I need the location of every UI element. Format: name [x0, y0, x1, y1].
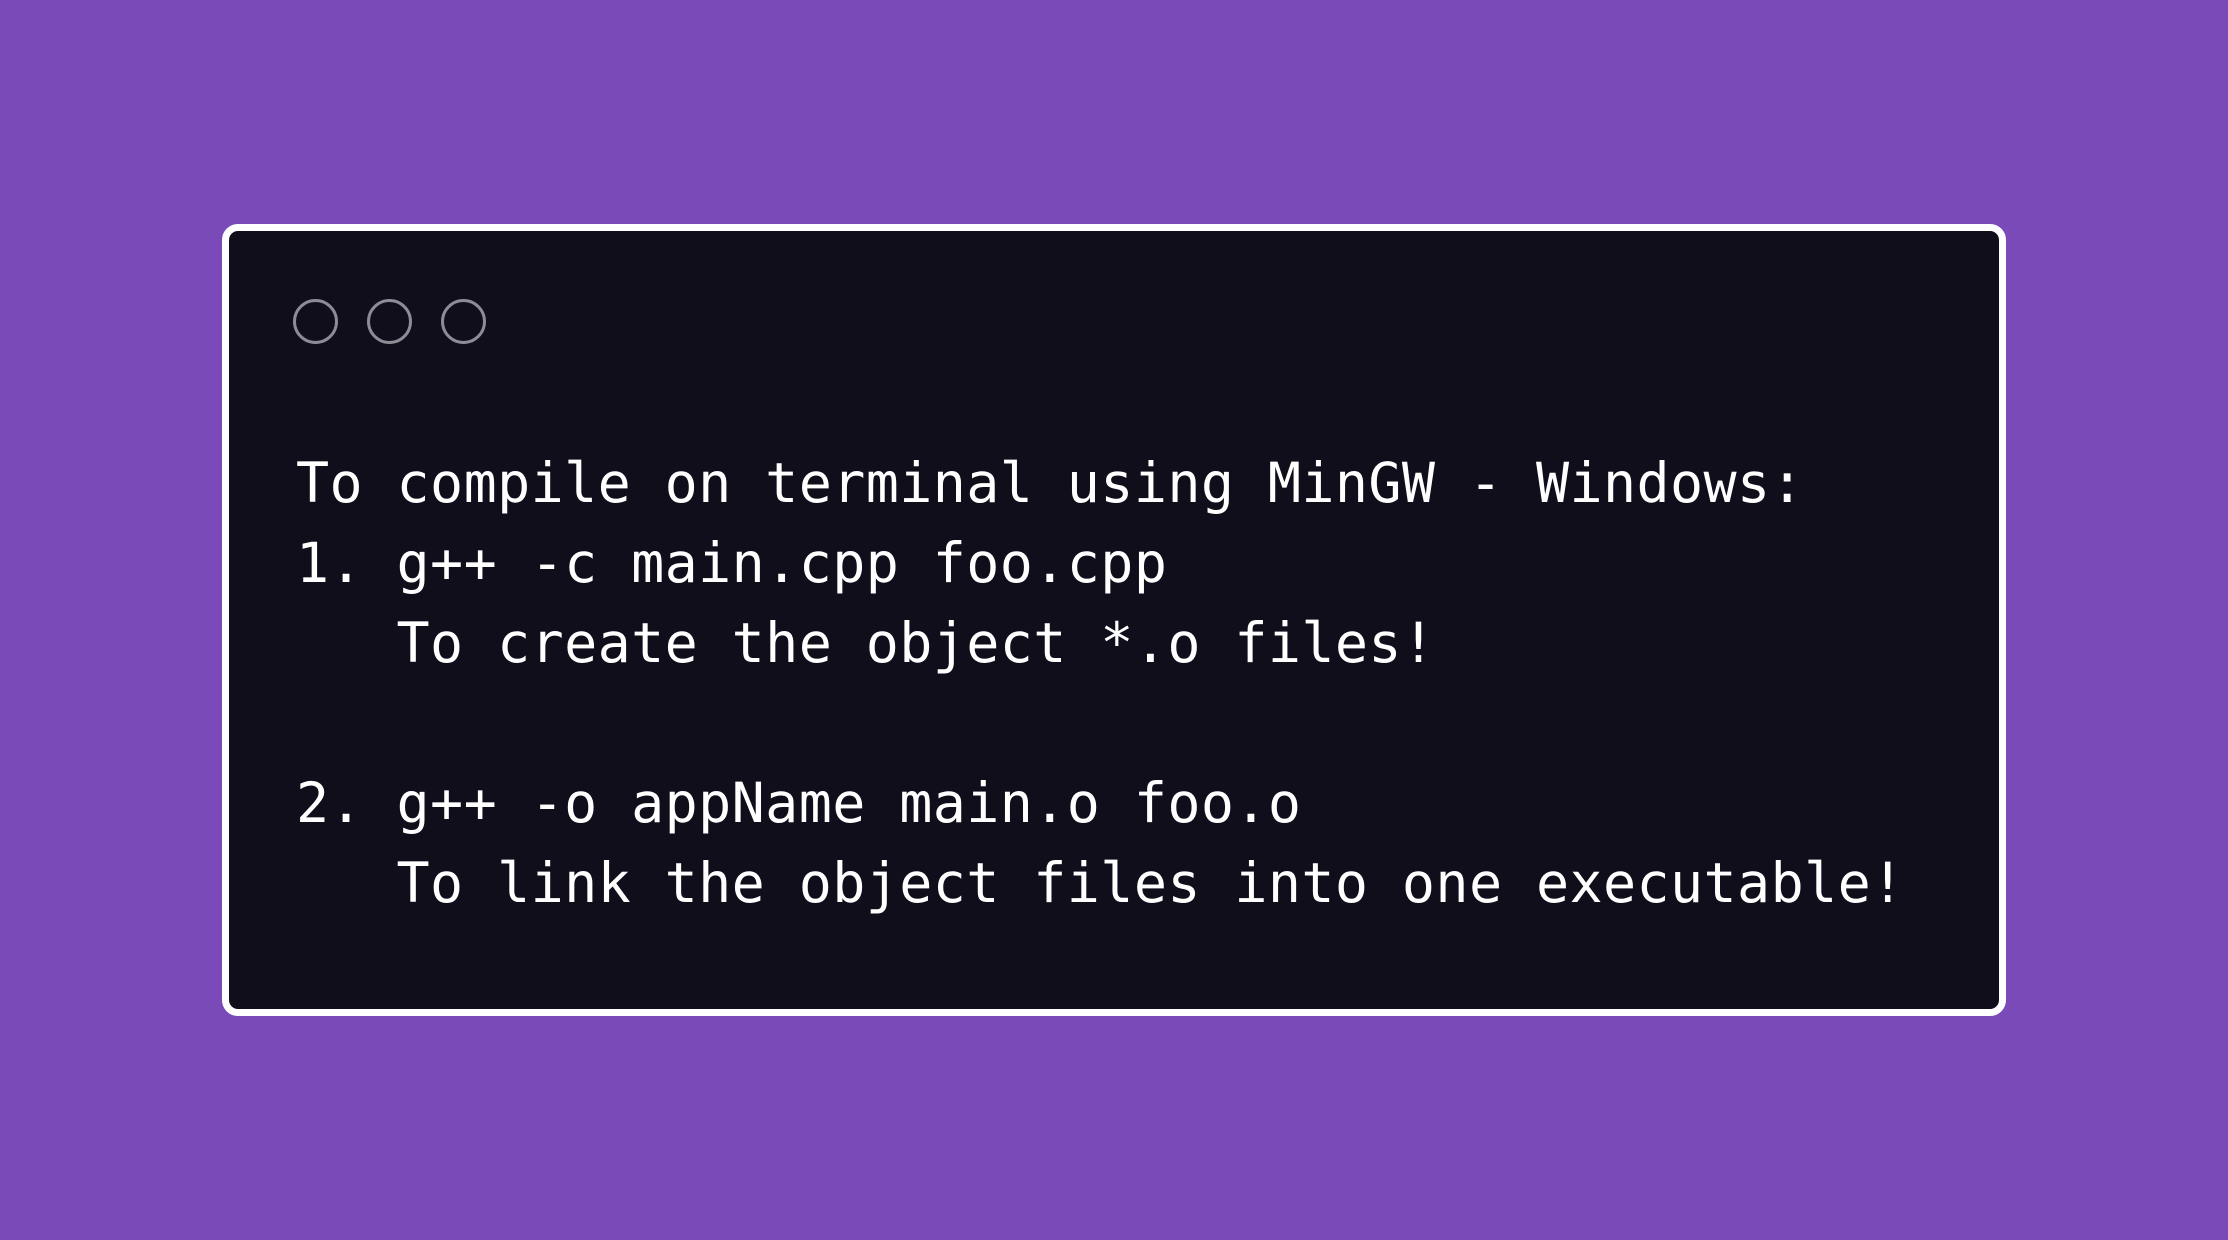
- code-line-step-1-note: To create the object *.o files!: [296, 611, 1436, 675]
- window-controls: [293, 299, 486, 344]
- window-control-circle-3: [441, 299, 486, 344]
- window-control-circle-1: [293, 299, 338, 344]
- code-window: To compile on terminal using MinGW - Win…: [222, 224, 2006, 1016]
- code-line-step-1: 1. g++ -c main.cpp foo.cpp: [296, 531, 1168, 595]
- code-line-title: To compile on terminal using MinGW - Win…: [296, 451, 1805, 515]
- code-block: To compile on terminal using MinGW - Win…: [296, 443, 1905, 923]
- code-line-step-2: 2. g++ -o appName main.o foo.o: [296, 771, 1302, 835]
- code-line-step-2-note: To link the object files into one execut…: [296, 851, 1905, 915]
- window-control-circle-2: [367, 299, 412, 344]
